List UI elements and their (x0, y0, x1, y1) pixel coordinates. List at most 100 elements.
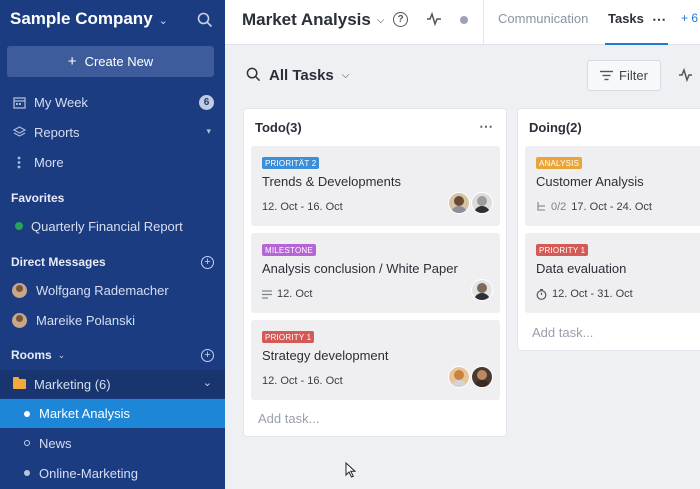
add-room-plus-icon[interactable]: + (201, 349, 214, 362)
bullet-icon (24, 470, 30, 476)
priority-tag: PRIORITÄT 2 (262, 157, 320, 169)
divider (483, 0, 484, 45)
company-name: Sample Company (10, 9, 153, 28)
milestone-tag: MILESTONE (262, 244, 316, 256)
more-horizontal-icon[interactable]: ⋯ (652, 11, 667, 28)
caret-down-icon[interactable]: ▾ (206, 126, 211, 137)
rooms-heading[interactable]: Rooms ⌄ (11, 348, 65, 362)
more-vertical-icon (12, 155, 26, 169)
active-tab-indicator (605, 43, 668, 45)
status-dot (15, 222, 23, 230)
avatar (448, 366, 470, 388)
room-folder-marketing[interactable]: Marketing (6) ⌄ (0, 370, 225, 398)
search-icon[interactable] (246, 67, 261, 82)
bullet-icon (24, 410, 30, 417)
subtasks-icon (537, 202, 545, 211)
room-news[interactable]: News (0, 429, 225, 457)
tab-communication[interactable]: Communication (498, 11, 588, 26)
sidebar-item-my-week[interactable]: My Week 6 (0, 88, 225, 116)
more-horizontal-icon[interactable]: ⋯ (479, 118, 494, 135)
favorite-label: Quarterly Financial Report (31, 218, 183, 234)
task-view-selector[interactable]: All Tasks ⌵ (269, 67, 349, 84)
create-new-label: Create New (84, 54, 154, 69)
dm-label: Mareike Polanski (36, 312, 135, 328)
room-label: Marketing (6) (34, 376, 111, 392)
count-badge: 6 (199, 95, 214, 110)
clock-icon (536, 288, 547, 300)
chevron-down-icon: ⌄ (57, 349, 66, 360)
bullet-icon (24, 440, 30, 446)
page-title-text: Market Analysis (242, 10, 371, 29)
chevron-down-icon: ⌵ (341, 70, 350, 81)
dm-item[interactable]: Wolfgang Rademacher (0, 276, 225, 304)
plus-icon: + (67, 53, 77, 70)
priority-tag: PRIORITY 1 (262, 331, 315, 343)
search-icon[interactable] (197, 12, 213, 28)
dm-item[interactable]: Mareike Polanski (0, 306, 225, 334)
chevron-down-icon: ⌵ (376, 14, 385, 26)
sidebar-item-reports[interactable]: Reports ▾ (0, 118, 225, 146)
task-title: Trends & Developments (262, 174, 401, 189)
avatar (12, 282, 27, 298)
filter-button[interactable]: Filter (587, 60, 661, 91)
task-dates: 12. Oct - 31. Oct (536, 288, 633, 300)
task-card[interactable]: PRIORITY 1 Data evaluation 12. Oct - 31.… (525, 233, 700, 313)
task-title: Customer Analysis (536, 174, 644, 189)
task-dates: 12. Oct (262, 288, 312, 300)
sidebar-item-label: More (34, 154, 64, 170)
task-title: Data evaluation (536, 261, 627, 276)
room-label: Market Analysis (39, 406, 131, 421)
room-label: Online-Marketing (39, 465, 138, 481)
room-online-marketing[interactable]: Online-Marketing (0, 459, 225, 487)
folder-icon (13, 377, 26, 389)
tab-tasks[interactable]: Tasks (608, 11, 644, 26)
room-market-analysis[interactable]: Market Analysis (0, 399, 225, 428)
favorite-item[interactable]: Quarterly Financial Report (0, 212, 225, 240)
analysis-tag: ANALYSIS (536, 157, 583, 169)
task-card[interactable]: PRIORITY 1 Strategy development 12. Oct … (251, 320, 500, 400)
avatar (448, 192, 470, 214)
task-view-title: All Tasks (269, 67, 334, 84)
task-dates: 12. Oct - 16. Oct (262, 201, 343, 213)
more-tabs-link[interactable]: + 6 (681, 11, 698, 25)
avatar (471, 366, 493, 388)
column-title: Todo(3) (255, 120, 302, 135)
add-task-link[interactable]: Add task... (532, 325, 593, 340)
chevron-down-icon[interactable]: ⌄ (203, 376, 212, 389)
column-doing: Doing(2) ANALYSIS Customer Analysis 0/2 … (517, 108, 700, 351)
company-switcher[interactable]: Sample Company ⌄ (10, 9, 168, 29)
mouse-cursor-icon (345, 462, 356, 478)
task-card[interactable]: MILESTONE Analysis conclusion / White Pa… (251, 233, 500, 313)
room-label: News (39, 435, 72, 451)
sidebar-item-more[interactable]: More (0, 148, 225, 176)
filter-icon (600, 70, 614, 81)
task-title: Strategy development (262, 348, 389, 363)
page-title[interactable]: Market Analysis ⌵ (242, 10, 384, 30)
avatar (12, 312, 27, 328)
header: Market Analysis ⌵ ? Communication Tasks … (225, 0, 700, 45)
activity-icon[interactable] (426, 11, 442, 27)
task-card[interactable]: PRIORITÄT 2 Trends & Developments 12. Oc… (251, 146, 500, 226)
sidebar-item-label: Reports (34, 124, 80, 140)
column-title: Doing(2) (529, 120, 582, 135)
add-dm-plus-icon[interactable]: + (201, 256, 214, 269)
layers-icon (12, 125, 26, 139)
task-dates: 12. Oct - 16. Oct (262, 375, 343, 387)
column-todo: Todo(3) ⋯ PRIORITÄT 2 Trends & Developme… (243, 108, 507, 437)
priority-tag: PRIORITY 1 (536, 244, 589, 256)
avatar (471, 192, 493, 214)
dm-label: Wolfgang Rademacher (36, 282, 169, 298)
subtask-count: 0/2 (551, 201, 567, 213)
description-icon (262, 289, 272, 299)
rooms-heading-label: Rooms (11, 348, 52, 362)
help-icon[interactable]: ? (393, 12, 408, 27)
status-dot (460, 16, 468, 24)
sidebar: Sample Company ⌄ + Create New My Week 6 … (0, 0, 225, 489)
filter-label: Filter (619, 68, 648, 83)
create-new-button[interactable]: + Create New (7, 46, 214, 77)
activity-icon[interactable] (679, 68, 695, 82)
calendar-icon (12, 95, 26, 109)
add-task-link[interactable]: Add task... (258, 411, 319, 426)
task-card[interactable]: ANALYSIS Customer Analysis 0/2 17. Oct -… (525, 146, 700, 226)
direct-messages-heading: Direct Messages (11, 255, 106, 269)
